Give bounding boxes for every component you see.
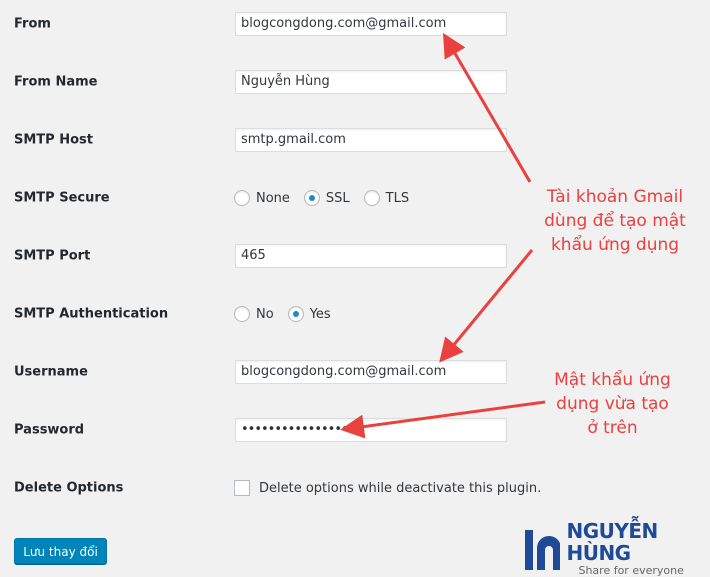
note2-line: Mật khẩu ứng (554, 370, 671, 390)
arrow-to-password (340, 400, 546, 439)
note1-line: Tài khoản Gmail (546, 187, 684, 207)
logo-name: NGUYỄN HÙNG (566, 519, 658, 565)
arrow-to-username (439, 249, 534, 363)
logo: NGUYỄN HÙNG Share for everyone (525, 520, 710, 577)
note1-line: dùng để tạo mật (544, 211, 686, 231)
annotation-arrows (340, 32, 546, 439)
note2-line: ở trên (587, 418, 638, 438)
logo-n-icon (525, 529, 561, 570)
note1-line: khẩu ứng dụng (550, 235, 680, 255)
note2-line: dụng vừa tạo (556, 394, 669, 414)
annotation-app-password: Mật khẩu ứng dụng vừa tạo ở trên (530, 368, 695, 440)
arrow-to-from (442, 32, 532, 183)
annotation-gmail-account: Tài khoản Gmail dùng để tạo mật khẩu ứng… (520, 185, 710, 257)
